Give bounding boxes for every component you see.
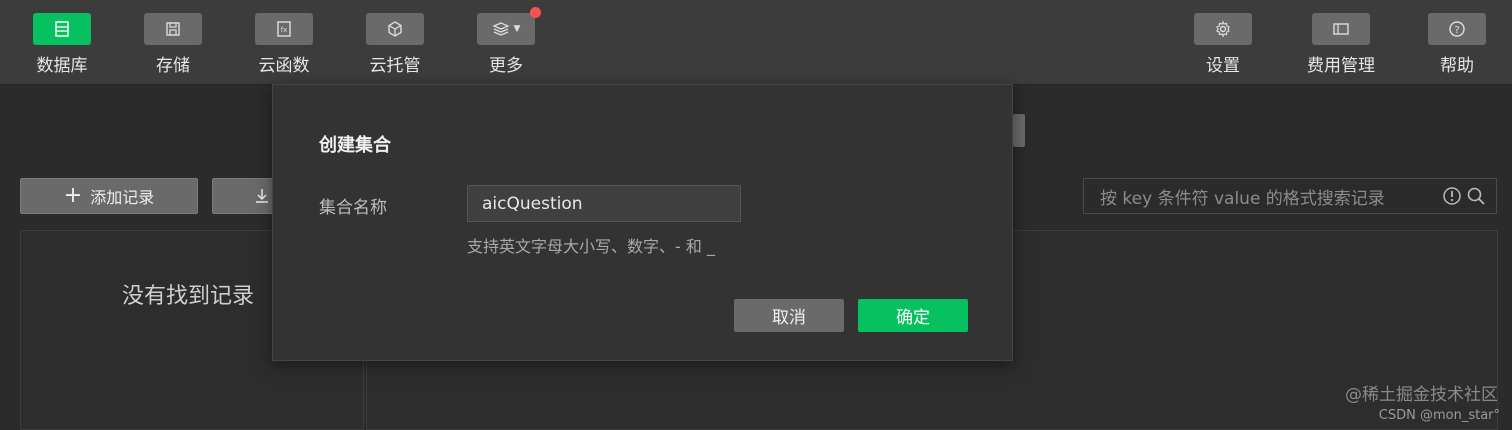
cancel-button[interactable]: 取消 (734, 299, 844, 332)
save-icon (166, 22, 180, 36)
dialog-title: 创建集合 (319, 135, 391, 156)
function-icon: fx (277, 21, 291, 37)
settings-button[interactable] (1194, 13, 1252, 45)
toolbar-item-cloud-function[interactable]: fx 云函数 (249, 13, 319, 76)
notification-dot (530, 7, 541, 18)
search-placeholder: 按 key 条件符 value 的格式搜索记录 (1100, 188, 1385, 209)
watermark-text: @稀土掘金技术社区 (1345, 385, 1498, 405)
billing-icon (1333, 23, 1349, 35)
database-icon (55, 21, 69, 37)
toolbar-label: 数据库 (36, 56, 88, 76)
database-button[interactable] (33, 13, 91, 45)
info-icon[interactable] (1442, 186, 1462, 206)
add-record-button[interactable]: + 添加记录 (20, 178, 198, 214)
cube-icon (388, 21, 402, 37)
collection-name-label: 集合名称 (319, 198, 387, 218)
billing-button[interactable] (1312, 13, 1370, 45)
help-button[interactable]: ? (1428, 13, 1486, 45)
search-icon[interactable] (1466, 186, 1486, 206)
svg-text:?: ? (1454, 25, 1459, 36)
collection-name-hint: 支持英文字母大小写、数字、- 和 _ (467, 237, 715, 256)
help-icon: ? (1449, 21, 1465, 37)
add-record-label: 添加记录 (90, 188, 155, 207)
toolbar-item-more[interactable]: ▼ 更多 (471, 7, 541, 76)
top-toolbar: 数据库 存储 fx 云函数 云托管 ▼ 更多 设置 费用管理 ? 帮助 (0, 0, 1512, 85)
chevron-down-icon: ▼ (513, 24, 521, 34)
plus-icon: + (63, 183, 83, 208)
download-icon (256, 189, 268, 203)
empty-state-text: 没有找到记录 (122, 284, 255, 309)
more-button[interactable]: ▼ (477, 7, 541, 45)
gear-icon (1216, 20, 1230, 38)
confirm-button[interactable]: 确定 (858, 299, 968, 332)
storage-button[interactable] (144, 13, 202, 45)
create-collection-dialog: 创建集合 集合名称 支持英文字母大小写、数字、- 和 _ 取消 确定 (272, 84, 1013, 361)
toolbar-label: 云托管 (369, 56, 421, 76)
collection-name-input[interactable] (467, 185, 741, 222)
toolbar-label: 存储 (156, 56, 190, 76)
toolbar-label: 云函数 (258, 56, 310, 76)
toolbar-label: 帮助 (1440, 56, 1474, 76)
toolbar-item-billing[interactable]: 费用管理 (1306, 13, 1376, 76)
toolbar-item-cloud-hosting[interactable]: 云托管 (360, 13, 430, 76)
cloud-function-button[interactable]: fx (255, 13, 313, 45)
toolbar-item-help[interactable]: ? 帮助 (1422, 13, 1492, 76)
record-search-box[interactable]: 按 key 条件符 value 的格式搜索记录 (1083, 178, 1497, 214)
toolbar-label: 设置 (1206, 56, 1240, 76)
layers-icon (491, 22, 510, 36)
cloud-hosting-button[interactable] (366, 13, 424, 45)
toolbar-label: 费用管理 (1307, 56, 1375, 76)
toolbar-item-settings[interactable]: 设置 (1188, 13, 1258, 76)
svg-text:fx: fx (281, 26, 288, 34)
watermark-credit: CSDN @mon_star° (1378, 408, 1500, 423)
toolbar-item-database[interactable]: 数据库 (27, 13, 97, 76)
partially-hidden-button[interactable] (1013, 114, 1025, 147)
toolbar-item-storage[interactable]: 存储 (138, 13, 208, 76)
toolbar-label: 更多 (489, 56, 523, 76)
